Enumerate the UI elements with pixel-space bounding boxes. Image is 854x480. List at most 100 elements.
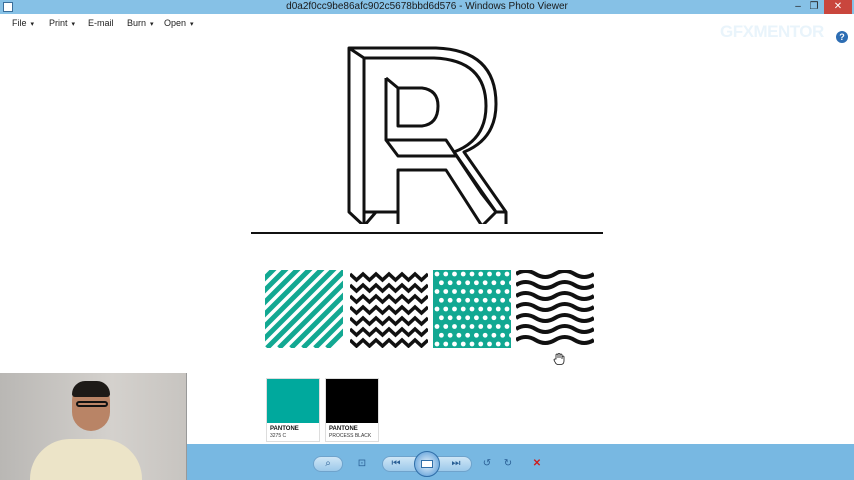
menu-open-label: Open: [164, 18, 187, 28]
pattern-dot: [439, 297, 444, 303]
menu-print[interactable]: Print ▾: [49, 18, 75, 28]
pattern-dot: [504, 324, 510, 329]
pattern-dot: [439, 332, 444, 338]
menu-burn[interactable]: Burn ▾: [127, 18, 154, 28]
pattern-dot: [474, 280, 479, 286]
swatch-brand: PANTONE: [270, 426, 299, 432]
menu-email[interactable]: E-mail: [88, 18, 114, 28]
pattern-dot: [495, 271, 501, 277]
zoom-icon[interactable]: ⌕: [314, 456, 342, 472]
swatch-color-teal: [267, 379, 319, 423]
menu-open[interactable]: Open ▾: [164, 18, 194, 28]
rotate-clockwise-icon[interactable]: ↻: [498, 456, 518, 472]
pattern-dot: [460, 306, 466, 312]
swatch-code: 3275 C: [270, 433, 287, 439]
pattern-dot: [460, 289, 466, 294]
pattern-dot: [443, 306, 449, 312]
pattern-dot: [487, 289, 492, 294]
pattern-dot: [447, 297, 453, 303]
pattern-dot: [491, 297, 497, 303]
pattern-dot: [452, 324, 457, 329]
bottom-toolbar: [187, 444, 854, 480]
window-title: d0a2f0cc9be86afc902c5678bbd6d576 - Windo…: [286, 1, 568, 12]
pattern-dot: [434, 341, 440, 347]
slideshow-button[interactable]: [414, 451, 440, 477]
pattern-dot: [504, 341, 510, 347]
chevron-down-icon: ▾: [150, 21, 154, 28]
actual-size-icon[interactable]: ⊡: [352, 456, 372, 472]
pattern-dot: [452, 271, 457, 277]
pattern-dot: [478, 341, 484, 347]
pattern-dot: [456, 297, 462, 303]
pattern-dot: [469, 271, 475, 277]
menu-print-label: Print: [49, 18, 68, 28]
minimize-button[interactable]: –: [790, 0, 806, 14]
pattern-dot: [469, 289, 475, 294]
pattern-dot: [500, 280, 506, 286]
pattern-dot: [474, 332, 479, 338]
pattern-dot: [456, 280, 462, 286]
pattern-dot: [456, 332, 462, 338]
pattern-dot: [495, 324, 501, 329]
pattern-dot: [443, 289, 449, 294]
close-window-button[interactable]: ✕: [824, 0, 852, 14]
pattern-dot: [500, 332, 506, 338]
pattern-dot: [478, 306, 484, 312]
pantone-swatch-teal: PANTONE 3275 C: [266, 378, 320, 442]
delete-icon[interactable]: ✕: [527, 456, 547, 472]
pattern-dot: [487, 324, 492, 329]
pattern-dot: [439, 280, 444, 286]
pattern-dot: [474, 297, 479, 303]
pattern-dot: [474, 315, 479, 321]
pattern-dot: [434, 324, 440, 329]
pattern-dot: [482, 332, 488, 338]
pattern-dot: [482, 315, 488, 321]
pattern-dot: [504, 271, 510, 277]
swatch-code: PROCESS BLACK: [329, 433, 372, 439]
pattern-dot: [447, 332, 453, 338]
restore-button[interactable]: ❐: [806, 0, 822, 14]
pattern-dot: [500, 297, 506, 303]
pattern-dot: [443, 324, 449, 329]
pattern-dot: [469, 324, 475, 329]
pattern-dot: [452, 341, 457, 347]
menu-file[interactable]: File ▾: [12, 18, 34, 28]
pattern-dot: [452, 289, 457, 294]
slideshow-icon: [421, 460, 433, 468]
chevron-down-icon: ▾: [71, 21, 76, 28]
pattern-dot: [504, 306, 510, 312]
pattern-dot: [491, 332, 497, 338]
pattern-dot: [465, 315, 471, 321]
chevron-down-icon: ▾: [30, 21, 35, 28]
pattern-dot: [434, 289, 440, 294]
pattern-diagonal-stripes: [265, 270, 343, 348]
pattern-dot: [443, 341, 449, 347]
pattern-dot: [495, 341, 501, 347]
webcam-person-hair: [72, 381, 110, 397]
previous-icon[interactable]: ⏮: [386, 456, 406, 472]
r-logo-image: [347, 46, 508, 224]
webcam-overlay: [0, 373, 187, 480]
pattern-zigzag: [350, 271, 428, 348]
pattern-dot: [443, 271, 449, 277]
title-bar: d0a2f0cc9be86afc902c5678bbd6d576 - Windo…: [0, 0, 854, 14]
pattern-dot: [434, 271, 440, 277]
pattern-dot: [487, 306, 492, 312]
pattern-dot: [478, 324, 484, 329]
pattern-dot: [500, 315, 506, 321]
pattern-dot: [495, 306, 501, 312]
pattern-dot: [469, 341, 475, 347]
pattern-dot: [447, 280, 453, 286]
next-icon[interactable]: ⏭: [446, 456, 466, 472]
chevron-down-icon: ▾: [190, 21, 194, 28]
pattern-dot: [460, 271, 466, 277]
pattern-dot: [452, 306, 457, 312]
menu-file-label: File: [12, 18, 27, 28]
image-canvas[interactable]: PANTONE 3275 C PANTONE PROCESS BLACK: [251, 34, 603, 444]
rotate-counterclockwise-icon[interactable]: ↺: [477, 456, 497, 472]
pattern-dot: [469, 306, 475, 312]
pattern-dot: [456, 315, 462, 321]
help-icon[interactable]: ?: [836, 31, 848, 43]
pattern-dot: [439, 315, 444, 321]
menu-email-label: E-mail: [88, 18, 114, 28]
